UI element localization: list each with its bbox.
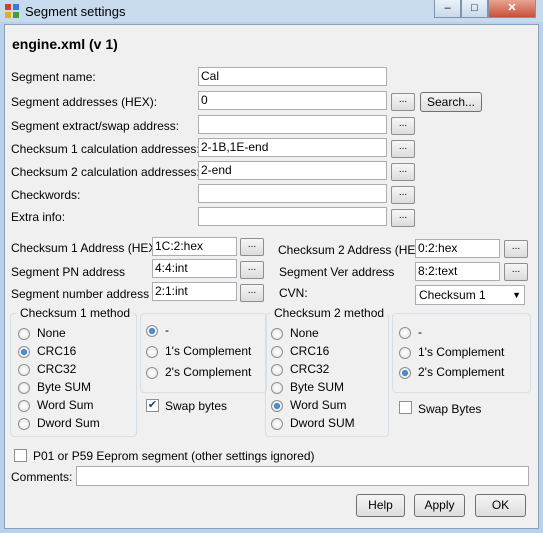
segment-pn-browse-button[interactable]: ... — [240, 261, 264, 279]
checksum1-complement-option-label: 1's Complement — [165, 344, 252, 358]
checksum1-calc-label: Checksum 1 calculation addresses: — [11, 142, 200, 156]
checksum2-calc-input[interactable]: 2-end — [198, 161, 387, 180]
ok-button[interactable]: OK — [475, 494, 526, 517]
checksum2-method-option-label: None — [290, 326, 319, 340]
cvn-value: Checksum 1 — [419, 288, 486, 302]
segment-settings-window: Segment settings – □ ✕ engine.xml (v 1) … — [0, 0, 543, 533]
checksum2-calc-label: Checksum 2 calculation addresses: — [11, 165, 200, 179]
checksum1-method-option-label: Byte SUM — [37, 380, 92, 394]
minimize-icon[interactable]: – — [434, 0, 461, 18]
checksum1-address-input[interactable]: 1C:2:hex — [152, 237, 237, 256]
extra-info-label: Extra info: — [11, 210, 66, 224]
extract-swap-browse-button[interactable]: ... — [391, 117, 415, 135]
checksum1-method-option-label: CRC16 — [37, 344, 77, 358]
app-icon — [5, 4, 19, 18]
extract-swap-label: Segment extract/swap address: — [11, 119, 180, 133]
comments-input[interactable] — [76, 466, 529, 486]
segment-number-label: Segment number address — [11, 287, 150, 301]
checksum1-method-radio-crc32[interactable] — [18, 364, 30, 376]
segment-number-browse-button[interactable]: ... — [240, 284, 264, 302]
checksum2-complement-option-label: - — [418, 325, 422, 339]
segment-ver-input[interactable]: 8:2:text — [415, 262, 500, 281]
window-title: Segment settings — [25, 4, 126, 19]
comments-label: Comments: — [11, 470, 73, 484]
checksum1-method-radio-dword-sum[interactable] — [18, 418, 30, 430]
checksum2-method-option-label: Word Sum — [290, 398, 347, 412]
checksum1-address-label: Checksum 1 Address (HEX): — [11, 241, 164, 255]
checksum2-complement-option-label: 1's Complement — [418, 345, 505, 359]
checksum2-method-radio-crc16[interactable] — [271, 346, 283, 358]
checksum1-swap-label: Swap bytes — [165, 399, 228, 413]
checksum2-method-option-label: CRC32 — [290, 362, 330, 376]
segment-name-input[interactable]: Cal — [198, 67, 387, 86]
checksum1-complement-radio-none[interactable] — [146, 325, 158, 337]
checksum2-swap-label: Swap Bytes — [418, 402, 482, 416]
checksum2-method-option-label: Dword SUM — [290, 416, 355, 430]
eeprom-label: P01 or P59 Eeprom segment (other setting… — [33, 449, 315, 463]
checkwords-input[interactable] — [198, 184, 387, 203]
eeprom-checkbox[interactable] — [14, 449, 27, 462]
apply-button[interactable]: Apply — [414, 494, 465, 517]
checksum2-complement-radio-2-s-complement[interactable] — [399, 367, 411, 379]
cvn-select[interactable]: Checksum 1 ▼ — [415, 285, 525, 305]
segment-addresses-input[interactable]: 0 — [198, 91, 387, 110]
checksum1-complement-option-label: 2's Complement — [165, 365, 252, 379]
checksum2-method-radio-none[interactable] — [271, 328, 283, 340]
checksum2-address-browse-button[interactable]: ... — [504, 240, 528, 258]
extract-swap-input[interactable] — [198, 115, 387, 134]
checksum2-method-option-label: CRC16 — [290, 344, 330, 358]
checksum1-calc-browse-button[interactable]: ... — [391, 140, 415, 158]
checksum1-complement-radio-1-s-complement[interactable] — [146, 346, 158, 358]
segment-ver-browse-button[interactable]: ... — [504, 263, 528, 281]
checksum1-swap-checkbox[interactable]: ✔ — [146, 399, 159, 412]
segment-pn-input[interactable]: 4:4:int — [152, 259, 237, 278]
checksum1-method-option-label: CRC32 — [37, 362, 77, 376]
checksum1-method-option-label: None — [37, 326, 66, 340]
checksum2-method-radio-byte-sum[interactable] — [271, 382, 283, 394]
checksum2-method-radio-dword-sum[interactable] — [271, 418, 283, 430]
checksum1-method-radio-none[interactable] — [18, 328, 30, 340]
checksum2-complement-radio-none[interactable] — [399, 327, 411, 339]
checksum2-address-input[interactable]: 0:2:hex — [415, 239, 500, 258]
segment-addresses-browse-button[interactable]: ... — [391, 93, 415, 111]
checksum1-method-radio-crc16[interactable] — [18, 346, 30, 358]
checkwords-browse-button[interactable]: ... — [391, 186, 415, 204]
extra-info-browse-button[interactable]: ... — [391, 209, 415, 227]
checksum2-complement-radio-1-s-complement[interactable] — [399, 347, 411, 359]
checksum1-address-browse-button[interactable]: ... — [240, 238, 264, 256]
chevron-down-icon: ▼ — [512, 290, 521, 300]
checksum2-method-option-label: Byte SUM — [290, 380, 345, 394]
segment-addresses-label: Segment addresses (HEX): — [11, 95, 158, 109]
checksum1-method-radio-word-sum[interactable] — [18, 400, 30, 412]
segment-pn-label: Segment PN address — [11, 265, 126, 279]
help-button[interactable]: Help — [356, 494, 405, 517]
checksum1-complement-radio-2-s-complement[interactable] — [146, 367, 158, 379]
checksum2-method-radio-crc32[interactable] — [271, 364, 283, 376]
segment-name-label: Segment name: — [11, 70, 96, 84]
extra-info-input[interactable] — [198, 207, 387, 226]
search-button[interactable]: Search... — [420, 92, 482, 112]
checksum2-address-label: Checksum 2 Address (HEX): — [278, 243, 431, 257]
checksum2-complement-option-label: 2's Complement — [418, 365, 505, 379]
cvn-label: CVN: — [279, 286, 308, 300]
checksum1-method-radio-byte-sum[interactable] — [18, 382, 30, 394]
maximize-icon[interactable]: □ — [461, 0, 488, 18]
title-bar: Segment settings – □ ✕ — [0, 0, 543, 22]
checksum1-complement-option-label: - — [165, 323, 169, 337]
checksum2-method-radio-word-sum[interactable] — [271, 400, 283, 412]
checksum2-calc-browse-button[interactable]: ... — [391, 163, 415, 181]
segment-ver-label: Segment Ver address — [279, 265, 395, 279]
checksum2-method-title: Checksum 2 method — [271, 306, 388, 320]
checksum1-method-option-label: Word Sum — [37, 398, 94, 412]
segment-number-input[interactable]: 2:1:int — [152, 282, 237, 301]
checksum1-method-title: Checksum 1 method — [17, 306, 134, 320]
checkwords-label: Checkwords: — [11, 188, 81, 202]
close-icon[interactable]: ✕ — [488, 0, 536, 18]
checksum1-method-option-label: Dword Sum — [37, 416, 100, 430]
checksum2-swap-checkbox[interactable] — [399, 401, 412, 414]
file-title: engine.xml (v 1) — [12, 36, 118, 52]
checksum1-calc-input[interactable]: 2-1B,1E-end — [198, 138, 387, 157]
